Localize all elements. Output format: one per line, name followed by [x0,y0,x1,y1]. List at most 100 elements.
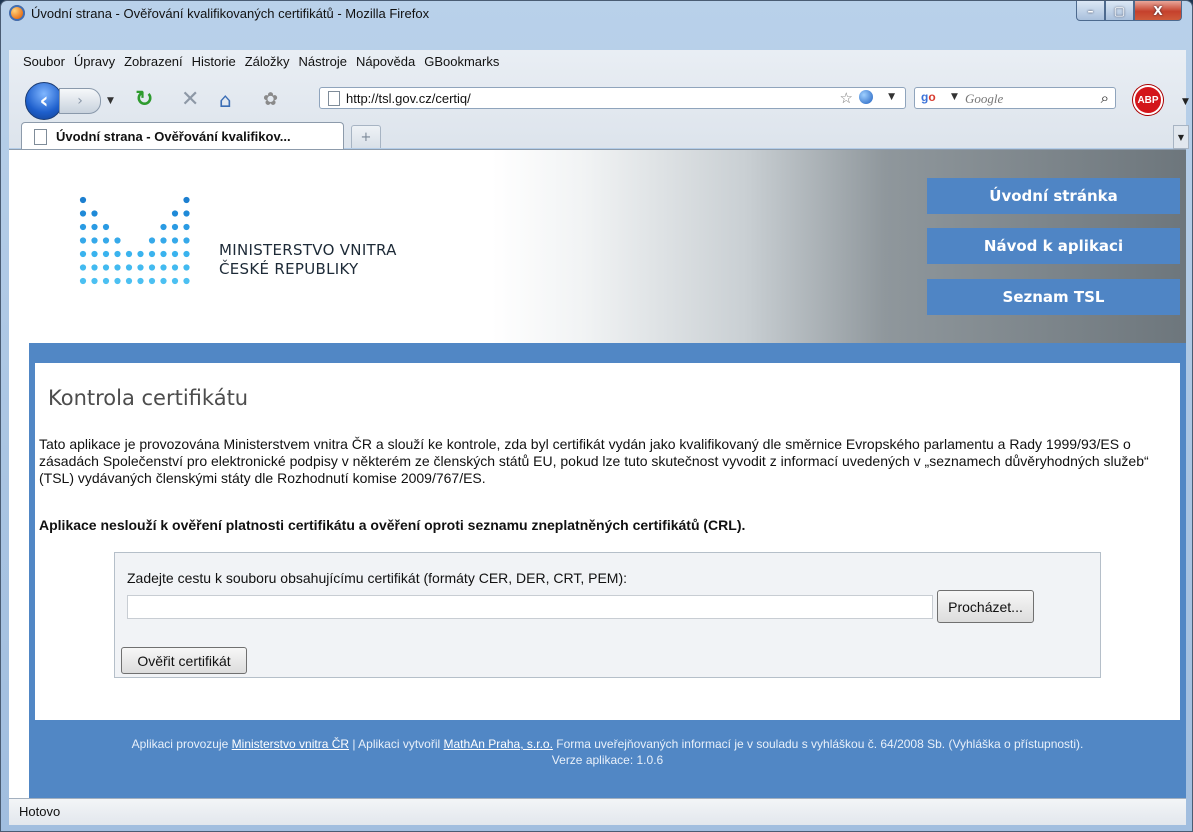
logo-dot [102,277,110,285]
window-controls: – ▢ X [1076,1,1182,22]
window-title: Úvodní strana - Ověřování kvalifikovanýc… [31,6,430,21]
browse-button[interactable]: Procházet... [937,590,1034,623]
search-engine-dropdown-icon[interactable]: ▼ [951,92,958,102]
google-icon[interactable]: go [921,90,949,106]
logo-dot [183,196,190,204]
logo-dot [183,250,190,258]
logo-dot [160,250,167,258]
page-icon [328,91,340,106]
logo-dot [183,223,190,231]
menu-upravy[interactable]: Úpravy [74,52,115,72]
minimize-button[interactable]: – [1076,1,1105,21]
search-input[interactable]: Google [965,91,1003,107]
logo-dot [91,237,98,244]
logo-dot [125,250,133,258]
stop-icon[interactable]: ✕ [181,89,199,111]
menu-gbookmarks[interactable]: GBookmarks [424,52,499,72]
search-icon[interactable]: ⌕ [1101,89,1109,107]
menu-napoveda[interactable]: Nápověda [356,52,415,72]
logo-dot [79,223,87,231]
menu-historie[interactable]: Historie [192,52,236,72]
globe-icon[interactable] [859,90,873,104]
search-bar[interactable]: go ▼ Google ⌕ [914,87,1116,109]
url-bar[interactable]: http://tsl.gov.cz/certiq/ ☆ ▼ [319,87,906,109]
logo-dot [79,264,87,271]
logo-dot [137,250,144,258]
logo-dot [171,277,179,285]
adblock-plus-icon[interactable]: ABP [1133,85,1163,115]
footer-suffix: Forma uveřejňovaných informací je v soul… [552,737,1084,751]
logo-dot [79,196,87,204]
url-dropdown-icon[interactable]: ▼ [888,92,895,102]
forward-button[interactable]: › [59,88,101,114]
menu-zobrazeni[interactable]: Zobrazení [124,52,183,72]
logo-dot [183,237,190,244]
title-bar[interactable]: Úvodní strana - Ověřování kvalifikovanýc… [1,1,1192,27]
menu-soubor[interactable]: Soubor [23,52,65,72]
logo-dot [91,210,98,217]
logo-dot [91,223,98,231]
logo-dot [160,264,167,271]
logo-dot [171,210,179,217]
menu-bar: Soubor Úpravy Zobrazení Historie Záložky… [23,52,508,72]
logo-dot [183,264,190,271]
footer-prefix: Aplikaci provozuje [131,737,232,751]
footer-link-ministry[interactable]: Ministerstvo vnitra ČR [232,737,349,751]
tab-active[interactable]: Úvodní strana - Ověřování kvalifikov... [21,122,344,150]
file-field-label: Zadejte cestu k souboru obsahujícímu cer… [127,570,628,586]
maximize-button[interactable]: ▢ [1105,1,1134,21]
logo-dot [79,237,87,244]
logo-dot [137,277,144,285]
status-bar: Hotovo [9,798,1186,825]
close-button[interactable]: X [1134,1,1182,21]
certificate-form: Zadejte cestu k souboru obsahujícímu cer… [114,552,1101,678]
menu-zalozky[interactable]: Záložky [245,52,290,72]
back-button[interactable]: ‹ [25,82,63,120]
page-icon [34,129,47,145]
logo-dot [91,250,98,258]
footer-link-mathan[interactable]: MathAn Praha, s.r.o. [444,737,553,751]
verify-certificate-button[interactable]: Ověřit certifikát [121,647,247,674]
logo-dot [160,277,167,285]
logo-dot [183,277,190,285]
logo-dot [114,237,121,244]
nav-seznam-tsl[interactable]: Seznam TSL [927,279,1180,315]
intro-text: Tato aplikace je provozována Ministerstv… [39,436,1149,486]
logo-dot [102,223,110,231]
list-all-tabs-icon[interactable]: ▼ [1173,125,1189,149]
url-text[interactable]: http://tsl.gov.cz/certiq/ [346,91,471,106]
logo-line-2: ČESKÉ REPUBLIKY [219,260,359,278]
logo-dot [114,264,121,271]
new-tab-button[interactable]: + [351,125,381,148]
history-dropdown-icon[interactable]: ▼ [107,96,114,106]
main-content: Kontrola certifikátu Tato aplikace je pr… [35,363,1180,720]
logo-dot [102,237,110,244]
logo-dot [148,277,156,285]
logo-dot [137,264,144,271]
logo-dot [171,223,179,231]
menu-nastroje[interactable]: Nástroje [299,52,347,72]
nav-navod-k-aplikaci[interactable]: Návod k aplikaci [927,228,1180,264]
status-text: Hotovo [19,804,61,819]
firefox-icon [9,5,25,21]
logo-dot [102,264,110,271]
logo-dot [171,264,179,271]
nav-uvodni-stranka[interactable]: Úvodní stránka [927,178,1180,214]
toolbar-overflow-icon[interactable]: ▼ [1182,97,1189,107]
logo-dot [125,264,133,271]
warning-text: Aplikace neslouží k ověření platnosti ce… [39,517,746,533]
forward-arrow-icon: › [77,93,83,109]
tab-label: Úvodní strana - Ověřování kvalifikov... [56,129,291,144]
logo-line-1: MINISTERSTVO VNITRA [219,241,397,259]
bookmark-star-icon[interactable]: ☆ [840,89,853,107]
logo-dot [79,210,87,217]
ministry-logo-icon [79,196,190,285]
logo-dot [148,264,156,271]
logo-dot [114,250,121,258]
logo-dot [102,250,110,258]
app-version: Verze aplikace: 1.0.6 [551,753,664,767]
extension-icon[interactable]: ✿ [263,89,278,111]
home-icon[interactable]: ⌂ [219,89,232,111]
file-path-input[interactable] [127,595,933,619]
reload-icon[interactable]: ↻ [135,89,153,111]
